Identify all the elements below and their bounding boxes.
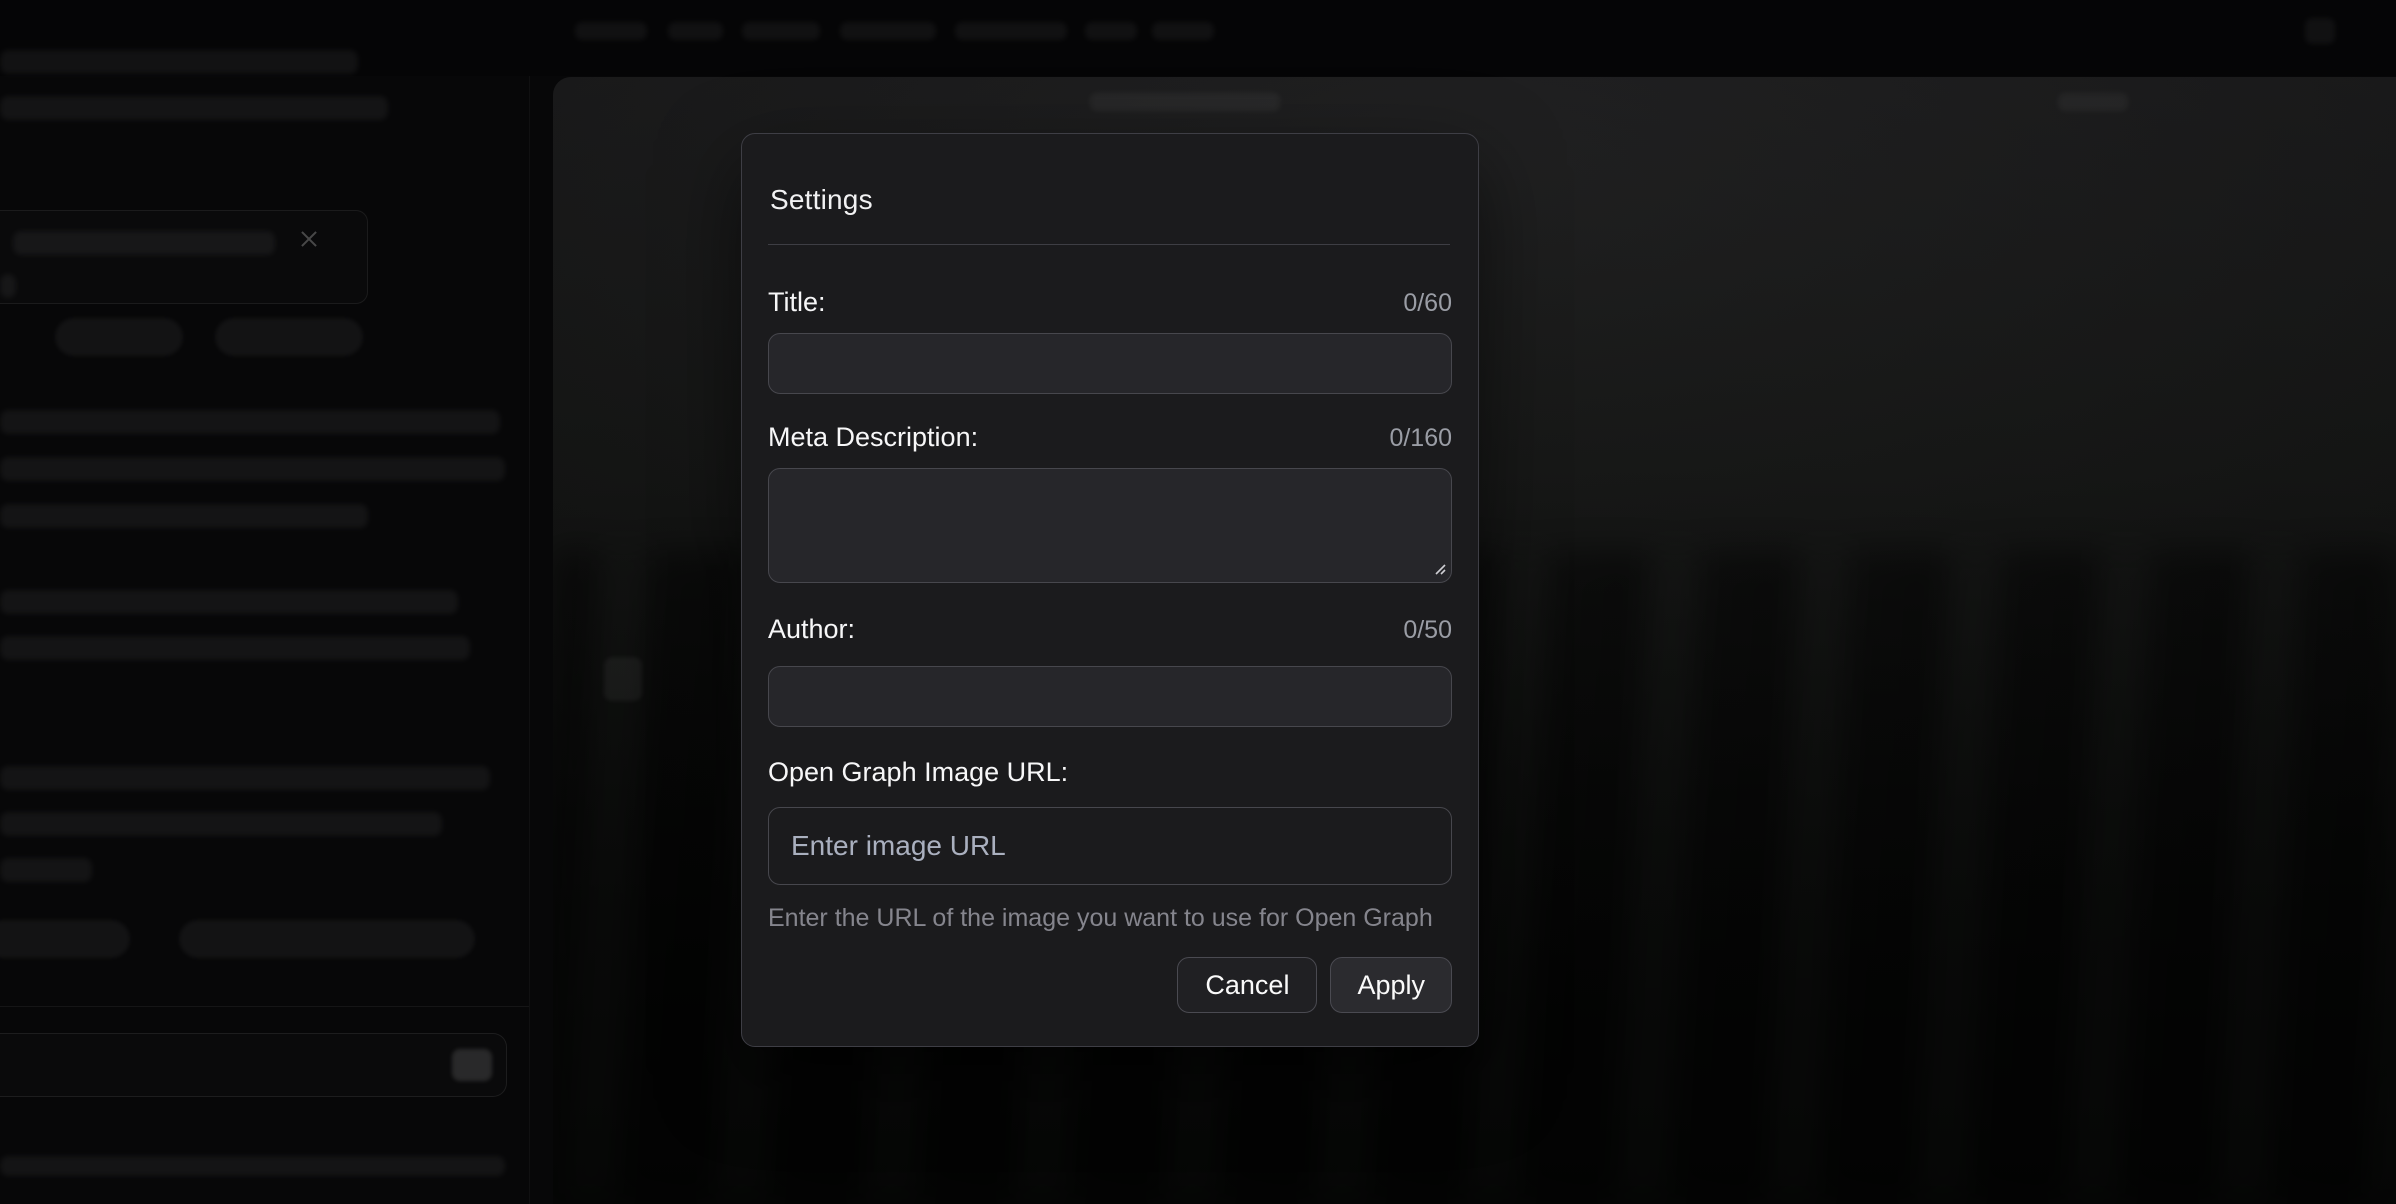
dimmed-toolbar-item bbox=[1085, 22, 1137, 40]
dimmed-manage-knowledge-button bbox=[179, 920, 475, 958]
dimmed-text-line bbox=[0, 274, 16, 298]
dialog-title: Settings bbox=[770, 182, 1478, 218]
dimmed-text-line bbox=[0, 410, 500, 434]
dimmed-toolbar-item bbox=[955, 22, 1067, 40]
dimmed-text-line bbox=[0, 636, 470, 660]
dimmed-feedback-button bbox=[0, 920, 130, 958]
meta-description-char-counter: 0/160 bbox=[1389, 424, 1452, 453]
title-input[interactable] bbox=[768, 333, 1452, 394]
og-image-label: Open Graph Image URL: bbox=[768, 755, 1068, 789]
dimmed-panel-divider bbox=[529, 76, 530, 1204]
dimmed-toolbar-item bbox=[575, 22, 647, 40]
dimmed-close-icon bbox=[299, 229, 319, 249]
dimmed-divider bbox=[0, 1006, 529, 1007]
og-image-helper-text: Enter the URL of the image you want to u… bbox=[768, 904, 1452, 932]
og-image-url-input[interactable] bbox=[768, 807, 1452, 885]
dimmed-text-line bbox=[0, 50, 358, 74]
dimmed-send-button bbox=[452, 1049, 492, 1081]
dimmed-toolbar-item bbox=[668, 22, 723, 40]
dimmed-chat-input bbox=[0, 1033, 507, 1097]
title-field-row: Title: 0/60 bbox=[768, 285, 1452, 319]
dimmed-text-line bbox=[0, 96, 388, 120]
dimmed-preview-button bbox=[215, 318, 363, 356]
settings-dialog: Settings Title: 0/60 Meta Description: 0… bbox=[741, 133, 1479, 1047]
meta-description-field-row: Meta Description: 0/160 bbox=[768, 420, 1452, 454]
app-screen: { "dialog": { "title": "Settings", "fiel… bbox=[0, 0, 2396, 1204]
dimmed-toolbar-item bbox=[1152, 22, 1214, 40]
author-char-counter: 0/50 bbox=[1403, 616, 1452, 645]
dimmed-top-toolbar bbox=[0, 0, 2396, 76]
og-image-field-row: Open Graph Image URL: bbox=[768, 755, 1452, 789]
dialog-actions: Cancel Apply bbox=[768, 957, 1452, 1013]
apply-button[interactable]: Apply bbox=[1330, 957, 1452, 1013]
dimmed-settings-icon bbox=[2305, 18, 2335, 44]
dimmed-text-line bbox=[0, 590, 458, 614]
dimmed-text-line bbox=[0, 1156, 505, 1176]
title-char-counter: 0/60 bbox=[1403, 289, 1452, 318]
dimmed-pane-button bbox=[604, 657, 642, 701]
textarea-resize-handle-icon[interactable] bbox=[1429, 558, 1447, 576]
cancel-button[interactable]: Cancel bbox=[1177, 957, 1317, 1013]
dimmed-text-line bbox=[0, 504, 368, 528]
dimmed-toolbar-item bbox=[742, 22, 820, 40]
title-label: Title: bbox=[768, 285, 826, 319]
dimmed-text-line bbox=[0, 457, 505, 481]
meta-description-textarea[interactable] bbox=[768, 468, 1452, 583]
dimmed-toolbar-item bbox=[840, 22, 936, 40]
meta-description-label: Meta Description: bbox=[768, 420, 978, 454]
dimmed-retouch-button bbox=[55, 318, 183, 356]
dimmed-attachment-card bbox=[0, 210, 368, 304]
dimmed-text-line bbox=[0, 858, 92, 882]
dialog-header-divider bbox=[768, 244, 1450, 245]
dimmed-text-line bbox=[0, 812, 442, 836]
author-label: Author: bbox=[768, 612, 855, 646]
author-field-row: Author: 0/50 bbox=[768, 612, 1452, 646]
dimmed-text-line bbox=[13, 231, 275, 255]
dimmed-text-line bbox=[0, 766, 490, 790]
author-input[interactable] bbox=[768, 666, 1452, 727]
